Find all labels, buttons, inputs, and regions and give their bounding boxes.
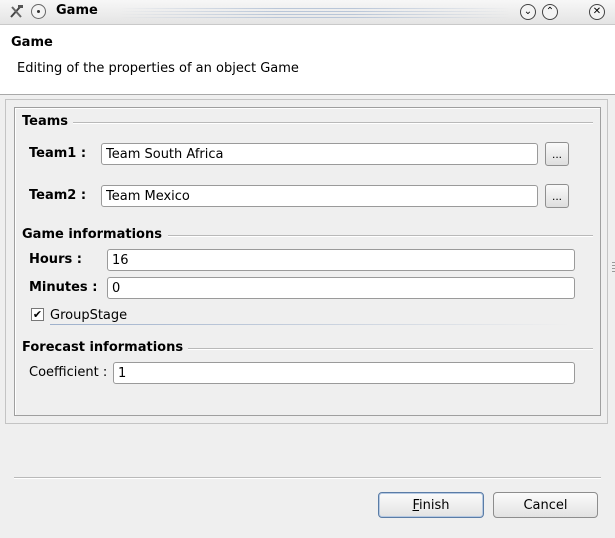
window-title: Game (56, 3, 98, 18)
cancel-button[interactable]: Cancel (493, 492, 598, 518)
footer-separator (14, 477, 601, 478)
hours-label: Hours : (29, 252, 82, 267)
page-description: Editing of the properties of an object G… (17, 61, 299, 76)
window-menu-icon[interactable] (31, 4, 46, 19)
team2-browse-button[interactable]: ... (545, 184, 569, 208)
game-info-section-title: Game informations (22, 227, 162, 242)
minutes-label: Minutes : (29, 280, 98, 295)
chevron-up-icon: ⌃ (545, 6, 555, 17)
hours-field[interactable] (107, 249, 575, 271)
teams-separator (73, 122, 593, 123)
team1-browse-button[interactable]: ... (545, 142, 569, 166)
finish-button[interactable]: Finish (378, 492, 484, 518)
groupstage-focus-line (50, 324, 570, 325)
check-icon: ✔ (32, 308, 43, 321)
teams-section-title: Teams (22, 114, 69, 129)
maximize-button[interactable]: ⌃ (542, 4, 558, 20)
chevron-down-icon: ⌄ (523, 6, 533, 17)
forecast-section-title: Forecast informations (22, 340, 184, 355)
coefficient-field[interactable] (113, 362, 575, 384)
minimize-button[interactable]: ⌄ (520, 4, 536, 20)
team1-label: Team1 : (29, 146, 87, 161)
team1-field[interactable] (101, 143, 538, 165)
groupstage-label[interactable]: GroupStage (50, 308, 127, 323)
coefficient-label: Coefficient : (29, 365, 108, 380)
forecast-separator (188, 348, 593, 349)
title-bar: Game ⌄ ⌃ ✕ (0, 0, 615, 25)
page-title: Game (11, 35, 53, 50)
team2-field[interactable] (101, 185, 538, 207)
title-decoration (120, 6, 510, 18)
minutes-field[interactable] (107, 277, 575, 299)
wizard-header: Game Editing of the properties of an obj… (0, 25, 615, 95)
team2-label: Team2 : (29, 188, 87, 203)
tools-icon[interactable] (8, 4, 24, 20)
close-button[interactable]: ✕ (589, 4, 605, 20)
game-info-separator (168, 235, 593, 236)
groupstage-checkbox[interactable]: ✔ (31, 308, 44, 321)
close-icon: ✕ (592, 6, 602, 17)
